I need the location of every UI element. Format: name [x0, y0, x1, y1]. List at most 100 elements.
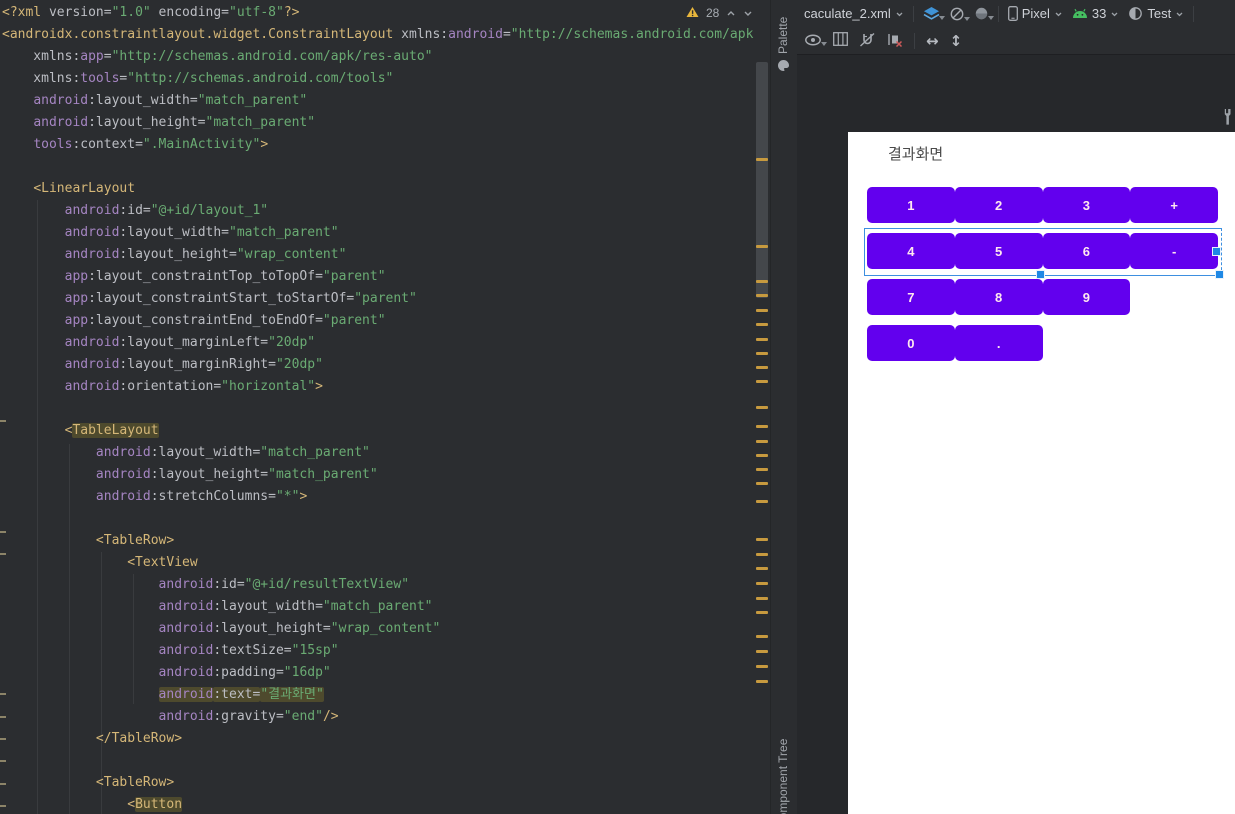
code-text[interactable]: <?xml version="1.0" encoding="utf-8"?> <a…	[0, 0, 770, 814]
warning-stripe-mark	[756, 680, 768, 683]
dropdown-caret	[963, 16, 970, 24]
api-level-label: 33	[1091, 6, 1107, 21]
render-options-icon[interactable]	[1222, 108, 1234, 131]
warning-stripe-mark	[756, 425, 768, 428]
calc-button-2[interactable]: 2	[954, 187, 1043, 223]
tool-window-stripe: Palette Component Tree	[770, 0, 798, 814]
warning-stripe-mark	[756, 468, 768, 471]
autoconnect-off-button[interactable]	[859, 32, 876, 50]
warning-stripe-mark	[756, 650, 768, 653]
warning-stripe-mark	[756, 567, 768, 570]
button-row: 0.	[867, 325, 1218, 361]
resize-handle-bottom-center[interactable]	[1036, 270, 1045, 279]
design-surface[interactable]: 결과화면 1 2 3 +4 5 6-7 8 9 0.	[797, 55, 1235, 814]
api-level-selector[interactable]: 33	[1072, 6, 1119, 21]
warning-stripe-mark	[756, 611, 768, 614]
device-label: Pixel	[1021, 6, 1050, 21]
editor-scrollbar[interactable]	[754, 0, 770, 814]
android-studio-layout-editor: <?xml version="1.0" encoding="utf-8"?> <a…	[0, 0, 1235, 814]
resize-handle-right-middle[interactable]	[1212, 247, 1221, 256]
palette-icon	[777, 59, 790, 72]
device-selector[interactable]: Pixel	[1007, 6, 1063, 21]
code-line: android:gravity="end"/>	[158, 709, 339, 724]
design-panel: caculate_2.xml Pixel 33 Test ↔ ↕ 결과화면 1 …	[797, 0, 1235, 814]
prev-warning-button[interactable]	[726, 9, 736, 18]
palette-tab[interactable]: Palette	[776, 17, 790, 72]
theme-selector[interactable]: Test	[1128, 6, 1184, 21]
calc-button-7[interactable]: 7	[867, 279, 955, 315]
code-line: android:text="결과화면"	[158, 687, 324, 702]
code-line: android:layout_width="match_parent"	[158, 599, 433, 614]
code-line: app:layout_constraintTop_toTopOf="parent…	[64, 269, 386, 284]
calc-button-0[interactable]: 0	[867, 325, 955, 361]
component-tree-tab[interactable]: Component Tree	[776, 739, 790, 814]
calc-button-.[interactable]: .	[954, 325, 1043, 361]
blueprint-columns-button[interactable]	[833, 32, 848, 49]
code-line: </TableRow>	[95, 731, 183, 746]
view-options-button[interactable]	[804, 34, 827, 47]
toolbar-divider	[912, 5, 914, 22]
resize-handle-bottom-right[interactable]	[1215, 270, 1224, 279]
calc-button-9[interactable]: 9	[1042, 279, 1131, 315]
expand-horizontal-button[interactable]: ↔	[926, 32, 939, 50]
calc-button-1[interactable]: 1	[867, 187, 955, 223]
magnet-off-icon	[860, 32, 875, 47]
warning-stripe-mark	[756, 440, 768, 443]
android-icon	[1072, 8, 1087, 18]
code-line: app:layout_constraintEnd_toEndOf="parent…	[64, 313, 386, 328]
code-line: <TableLayout	[64, 423, 159, 438]
warning-stripe-mark	[756, 406, 768, 409]
button-row: 789	[867, 279, 1218, 315]
gutter-mark	[0, 531, 6, 533]
dropdown-caret	[938, 16, 945, 23]
code-line: xmlns:tools="http://schemas.android.com/…	[2, 71, 394, 86]
expand-vertical-button[interactable]: ↕	[950, 32, 963, 50]
result-textview[interactable]: 결과화면	[888, 143, 943, 164]
warning-icon	[686, 6, 699, 21]
gutter-mark	[0, 760, 6, 762]
calc-button-+[interactable]: +	[1130, 187, 1218, 223]
calc-button-8[interactable]: 8	[954, 279, 1043, 315]
code-line: xmlns:app="http://schemas.android.com/ap…	[2, 49, 433, 64]
inspections-widget[interactable]: 28	[686, 4, 753, 22]
warning-stripe-mark	[756, 309, 768, 312]
code-line: <androidx.constraintlayout.widget.Constr…	[2, 27, 754, 42]
warning-stripe-mark	[756, 665, 768, 668]
theme-label: Test	[1147, 6, 1172, 21]
dropdown-caret	[821, 42, 827, 49]
code-line: android:textSize="15sp"	[158, 643, 339, 658]
code-line: android:layout_height="match_parent"	[95, 467, 378, 482]
file-selector[interactable]: caculate_2.xml	[804, 6, 904, 21]
toolbar-divider	[997, 5, 999, 22]
next-warning-button[interactable]	[743, 9, 753, 18]
toolbar-divider	[1193, 5, 1195, 22]
gutter-mark	[0, 693, 6, 695]
design-surface-selector[interactable]	[923, 6, 945, 21]
orientation-selector[interactable]	[949, 6, 970, 22]
chevron-down-icon	[1176, 12, 1183, 16]
warning-stripe-mark	[756, 482, 768, 485]
selection-overlay[interactable]	[864, 228, 1222, 276]
code-line: android:layout_marginLeft="20dp"	[64, 335, 316, 350]
chevron-down-icon	[1055, 12, 1062, 16]
calculator-buttons: 1 2 3 +4 5 6-7 8 9 0.	[867, 187, 1218, 371]
warning-stripe-mark	[756, 245, 768, 248]
layers-icon	[923, 7, 940, 20]
code-editor[interactable]: <?xml version="1.0" encoding="utf-8"?> <a…	[0, 0, 770, 814]
code-line: android:orientation="horizontal">	[64, 379, 323, 394]
sphere-icon	[975, 7, 987, 20]
calc-button-3[interactable]: 3	[1042, 187, 1131, 223]
indent-guide	[69, 444, 70, 814]
gutter-mark	[0, 420, 6, 422]
night-mode-selector[interactable]	[974, 6, 994, 21]
code-line: android:stretchColumns="*">	[95, 489, 308, 504]
code-line: <LinearLayout	[33, 181, 136, 196]
clear-constraints-button[interactable]	[887, 32, 903, 50]
scrollbar-thumb[interactable]	[756, 62, 768, 298]
code-line: <TableRow>	[95, 533, 175, 548]
guideline-delete-icon	[888, 33, 903, 47]
phone-preview-canvas[interactable]: 결과화면 1 2 3 +4 5 6-7 8 9 0.	[848, 132, 1235, 814]
